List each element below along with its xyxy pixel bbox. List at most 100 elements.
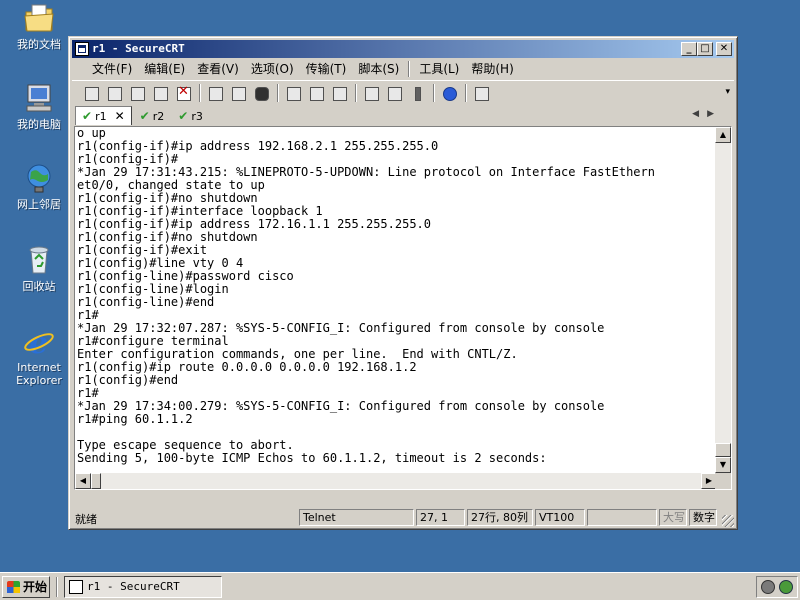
scroll-up-button[interactable]: ▲ [715,127,731,143]
close-button[interactable]: ✕ [716,42,732,56]
terminal-line: r1(config-line)#end [77,295,215,309]
quick-connect-icon[interactable] [105,84,124,102]
desktop-icon-label: 我的文档 [17,38,61,51]
status-terminal-size: 27行, 80列 [467,509,533,526]
window-titlebar[interactable]: r1 - SecureCRT _ □ ✕ [72,40,734,58]
scrollbar-corner [715,473,731,489]
menu-file[interactable]: 文件(F) [86,59,138,79]
print-setup-icon[interactable] [284,84,303,102]
connected-check-icon: ✔ [139,109,150,123]
start-button[interactable]: 开始 [2,576,50,598]
disconnect-icon[interactable] [174,84,193,102]
toolbar-chevron-icon[interactable]: ▾ [725,87,730,97]
system-tray [756,576,798,598]
status-emulation: VT100 [535,509,585,526]
securecrt-window: r1 - SecureCRT _ □ ✕ 文件(F) 编辑(E) 查看(V) 选… [68,36,738,530]
desktop-icon-internet-explorer[interactable]: e Internet Explorer [1,325,77,387]
taskbar: 开始 r1 - SecureCRT [0,572,800,600]
recycle-bin-icon [29,246,49,274]
desktop-icon-label: Explorer [16,374,62,387]
resize-grip-icon[interactable] [722,515,734,527]
connected-check-icon: ✔ [82,109,93,123]
tab-label: r1 [95,109,107,123]
global-options-icon[interactable] [385,84,404,102]
print-selection-icon[interactable] [307,84,326,102]
taskbar-item-securecrt[interactable]: r1 - SecureCRT [64,576,222,598]
vertical-scroll-thumb[interactable] [715,443,731,457]
connected-check-icon: ✔ [178,109,189,123]
toolbar-separator [465,83,467,102]
securecrt-app-icon[interactable] [75,42,89,56]
desktop-icon-my-computer[interactable]: 我的电脑 [1,82,77,131]
reconnect-icon[interactable] [151,84,170,102]
vertical-scrollbar[interactable]: ▲ ▼ [715,127,731,473]
desktop-icon-label: 我的电脑 [17,118,61,131]
internet-explorer-icon: e [24,326,54,357]
session-tabs: ✔ r1 ✕ ✔ r2 ✔ r3 ◀▶ [72,106,734,125]
toolbar-separator [433,83,435,102]
start-label: 开始 [23,580,48,594]
taskbar-separator [56,577,58,597]
connect-in-tab-icon[interactable] [128,84,147,102]
status-num-lock: 数字 [689,509,717,526]
status-protocol: Telnet [299,509,414,526]
my-computer-icon [26,84,52,112]
menu-options[interactable]: 选项(O) [245,59,300,79]
menu-edit[interactable]: 编辑(E) [138,59,191,79]
log-session-icon[interactable] [472,84,491,102]
taskbar-item-label: r1 - SecureCRT [87,580,180,593]
desktop-icon-network[interactable]: 网上邻居 [1,162,77,211]
scroll-down-button[interactable]: ▼ [715,457,731,473]
paste-icon[interactable] [229,84,248,102]
connect-icon[interactable] [82,84,101,102]
terminal-line: Sending 5, 100-byte ICMP Echos to 60.1.1… [77,451,547,465]
minimize-button[interactable]: _ [681,42,697,56]
terminal-area[interactable]: o up r1(config-if)#ip address 192.168.2.1… [74,126,732,490]
desktop-icon-recycle-bin[interactable]: 回收站 [1,244,77,293]
menu-script[interactable]: 脚本(S) [352,59,405,79]
print-icon[interactable] [330,84,349,102]
toolbar-separator [277,83,279,102]
toolbar-separator [355,83,357,102]
tray-network-icon[interactable] [779,580,793,594]
find-icon[interactable] [252,84,271,102]
svg-text:e: e [29,326,48,357]
desktop-icon-label: 回收站 [22,280,56,293]
menu-bar: 文件(F) 编辑(E) 查看(V) 选项(O) 传输(T) 脚本(S) 工具(L… [72,59,734,79]
menu-tools[interactable]: 工具(L) [413,59,465,79]
tab-r1[interactable]: ✔ r1 ✕ [75,106,132,125]
securecrt-app-icon [69,580,83,594]
copy-icon[interactable] [206,84,225,102]
status-caps-lock: 大写 [659,509,687,526]
tab-close-icon[interactable]: ✕ [115,109,125,123]
session-options-icon[interactable] [362,84,381,102]
horizontal-scrollbar[interactable]: ◀ ▶ [75,473,717,489]
menu-view[interactable]: 查看(V) [191,59,245,79]
network-icon [27,164,51,193]
tab-r3[interactable]: ✔ r3 [172,107,209,125]
desktop-icon-label: 网上邻居 [17,198,61,211]
menu-separator [408,61,411,77]
toolbar: ▾ [72,80,734,104]
keymap-icon[interactable] [408,84,427,102]
tab-label: r3 [191,109,203,123]
desktop-icon-my-documents[interactable]: 我的文档 [1,2,77,51]
tab-scroll-arrows-icon[interactable]: ◀▶ [692,109,722,119]
horizontal-scroll-thumb[interactable] [91,473,101,489]
menu-transfer[interactable]: 传输(T) [300,59,353,79]
status-cursor-position: 27, 1 [416,509,465,526]
status-ready: 就绪 [75,513,97,526]
status-bar: 就绪 Telnet 27, 1 27行, 80列 VT100 大写 数字 [72,508,734,527]
menu-help[interactable]: 帮助(H) [465,59,519,79]
tab-r2[interactable]: ✔ r2 [134,107,171,125]
window-title: r1 - SecureCRT [92,42,185,55]
terminal-output[interactable]: o up r1(config-if)#ip address 192.168.2.1… [77,127,719,473]
tray-volume-icon[interactable] [761,580,775,594]
help-icon[interactable] [440,84,459,102]
terminal-line: r1#ping 60.1.1.2 [77,412,193,426]
scroll-left-button[interactable]: ◀ [75,473,91,489]
desktop-icon-label: Internet [17,361,61,374]
maximize-button[interactable]: □ [697,42,713,56]
toolbar-separator [199,83,201,102]
my-documents-icon [24,4,54,32]
